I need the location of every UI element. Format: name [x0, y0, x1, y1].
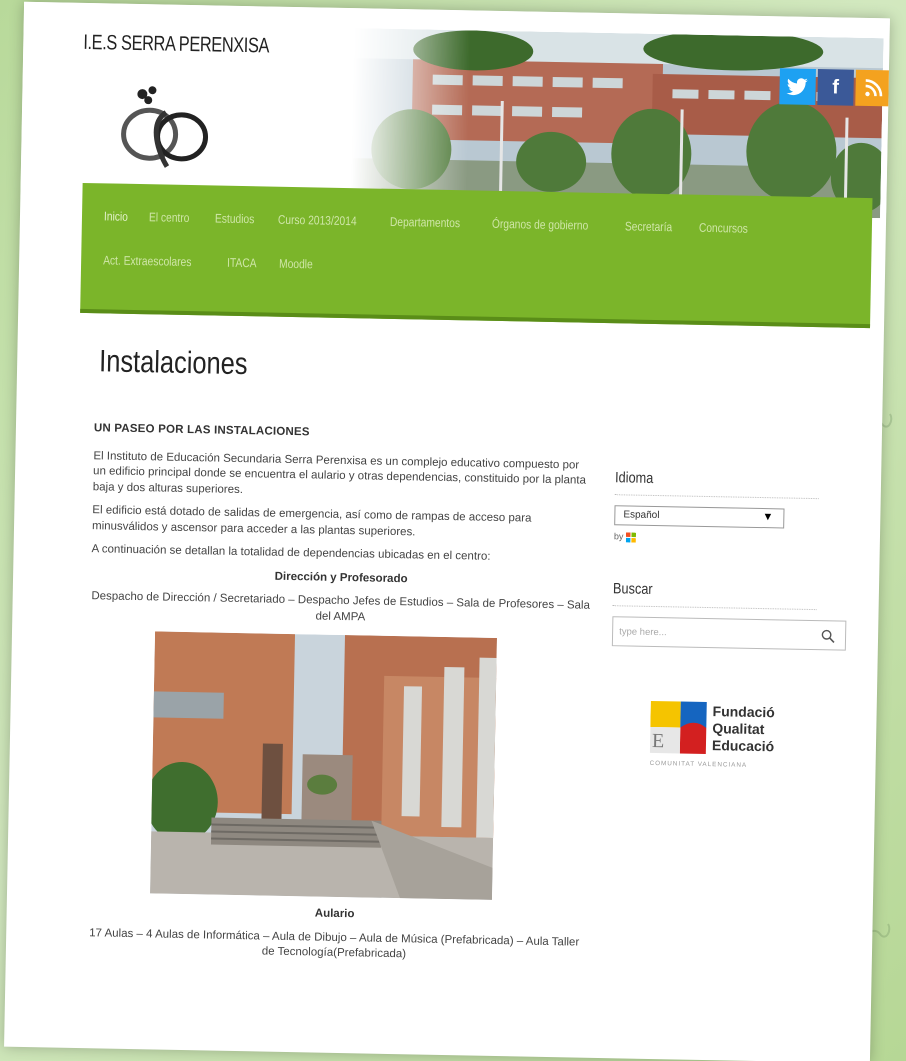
- main-content: UN PASEO POR LAS INSTALACIONES El Instit…: [84, 421, 594, 974]
- page-title: Instalaciones: [98, 343, 248, 382]
- nav-item-departamentos[interactable]: Departamentos: [390, 215, 460, 230]
- fq-line-3: Educació: [712, 737, 775, 754]
- nav-item-estudios[interactable]: Estudios: [214, 211, 254, 226]
- heading-direccion: Dirección y Profesorado: [274, 570, 408, 585]
- direccion-list: Despacho de Dirección / Secretariado – D…: [91, 590, 591, 623]
- nav-item-el-centro[interactable]: El centro: [149, 210, 190, 225]
- idioma-heading: Idioma: [614, 469, 820, 500]
- dropdown-arrow-icon: ▼: [762, 511, 774, 524]
- paragraph-list-intro: A continuación se detallan la totalidad …: [91, 543, 491, 563]
- language-selected: Español: [623, 509, 660, 522]
- buscar-heading: Buscar: [612, 579, 818, 610]
- aulario-photo[interactable]: [150, 631, 497, 900]
- sidebar: Idioma Español ▼ by Buscar type here... …: [609, 469, 855, 785]
- paragraph-intro: El Instituto de Educación Secundaria Ser…: [92, 449, 587, 496]
- nav-item-concursos[interactable]: Concursos: [699, 221, 748, 236]
- facebook-icon[interactable]: f: [817, 69, 854, 106]
- nav-item-curso-2013-2014[interactable]: Curso 2013/2014: [278, 213, 357, 229]
- translate-attribution: by: [614, 531, 854, 546]
- fq-line-2: Qualitat: [712, 720, 765, 737]
- twitter-icon[interactable]: [779, 68, 816, 105]
- main-navigation: Inicio El centro Estudios Curso 2013/2014 De…: [80, 182, 873, 329]
- photo-caption: Aulario: [314, 907, 355, 921]
- nav-item-inicio[interactable]: Inicio: [104, 209, 128, 223]
- section-title: UN PASEO POR LAS INSTALACIONES: [93, 422, 310, 439]
- aulario-list: 17 Aulas – 4 Aulas de Informática – Aula…: [89, 926, 580, 961]
- nav-item-organos-de-gobierno[interactable]: Órganos de gobierno: [492, 217, 589, 233]
- paragraph-accessibility: El edificio está dotado de salidas de em…: [91, 504, 532, 538]
- fq-subtitle: COMUNITAT VALENCIANA: [650, 760, 748, 769]
- fq-line-1: Fundació: [712, 703, 775, 720]
- microsoft-logo-icon: [625, 532, 637, 543]
- search-input[interactable]: type here...: [611, 615, 847, 651]
- nav-item-itaca[interactable]: ITACA: [227, 256, 257, 271]
- site-header: I.E.S SERRA PERENXISA f: [20, 1, 890, 219]
- language-select[interactable]: Español ▼: [614, 505, 785, 529]
- rss-icon[interactable]: [855, 69, 890, 107]
- nav-item-secretaria[interactable]: Secretaría: [625, 219, 673, 234]
- webpage: I.E.S SERRA PERENXISA f Inicio El centro…: [4, 1, 890, 1061]
- school-logo[interactable]: [107, 73, 229, 175]
- fundacio-qualitat-logo[interactable]: E Fundació Qualitat Educació COMUNITAT V…: [649, 697, 801, 780]
- search-icon[interactable]: [821, 629, 835, 643]
- site-title[interactable]: I.E.S SERRA PERENXISA: [83, 31, 269, 59]
- nav-item-moodle[interactable]: Moodle: [279, 257, 313, 272]
- nav-item-act-extraescolares[interactable]: Act. Extraescolares: [103, 253, 192, 269]
- by-label: by: [613, 531, 624, 542]
- svg-text:E: E: [652, 730, 665, 752]
- search-placeholder: type here...: [619, 625, 667, 638]
